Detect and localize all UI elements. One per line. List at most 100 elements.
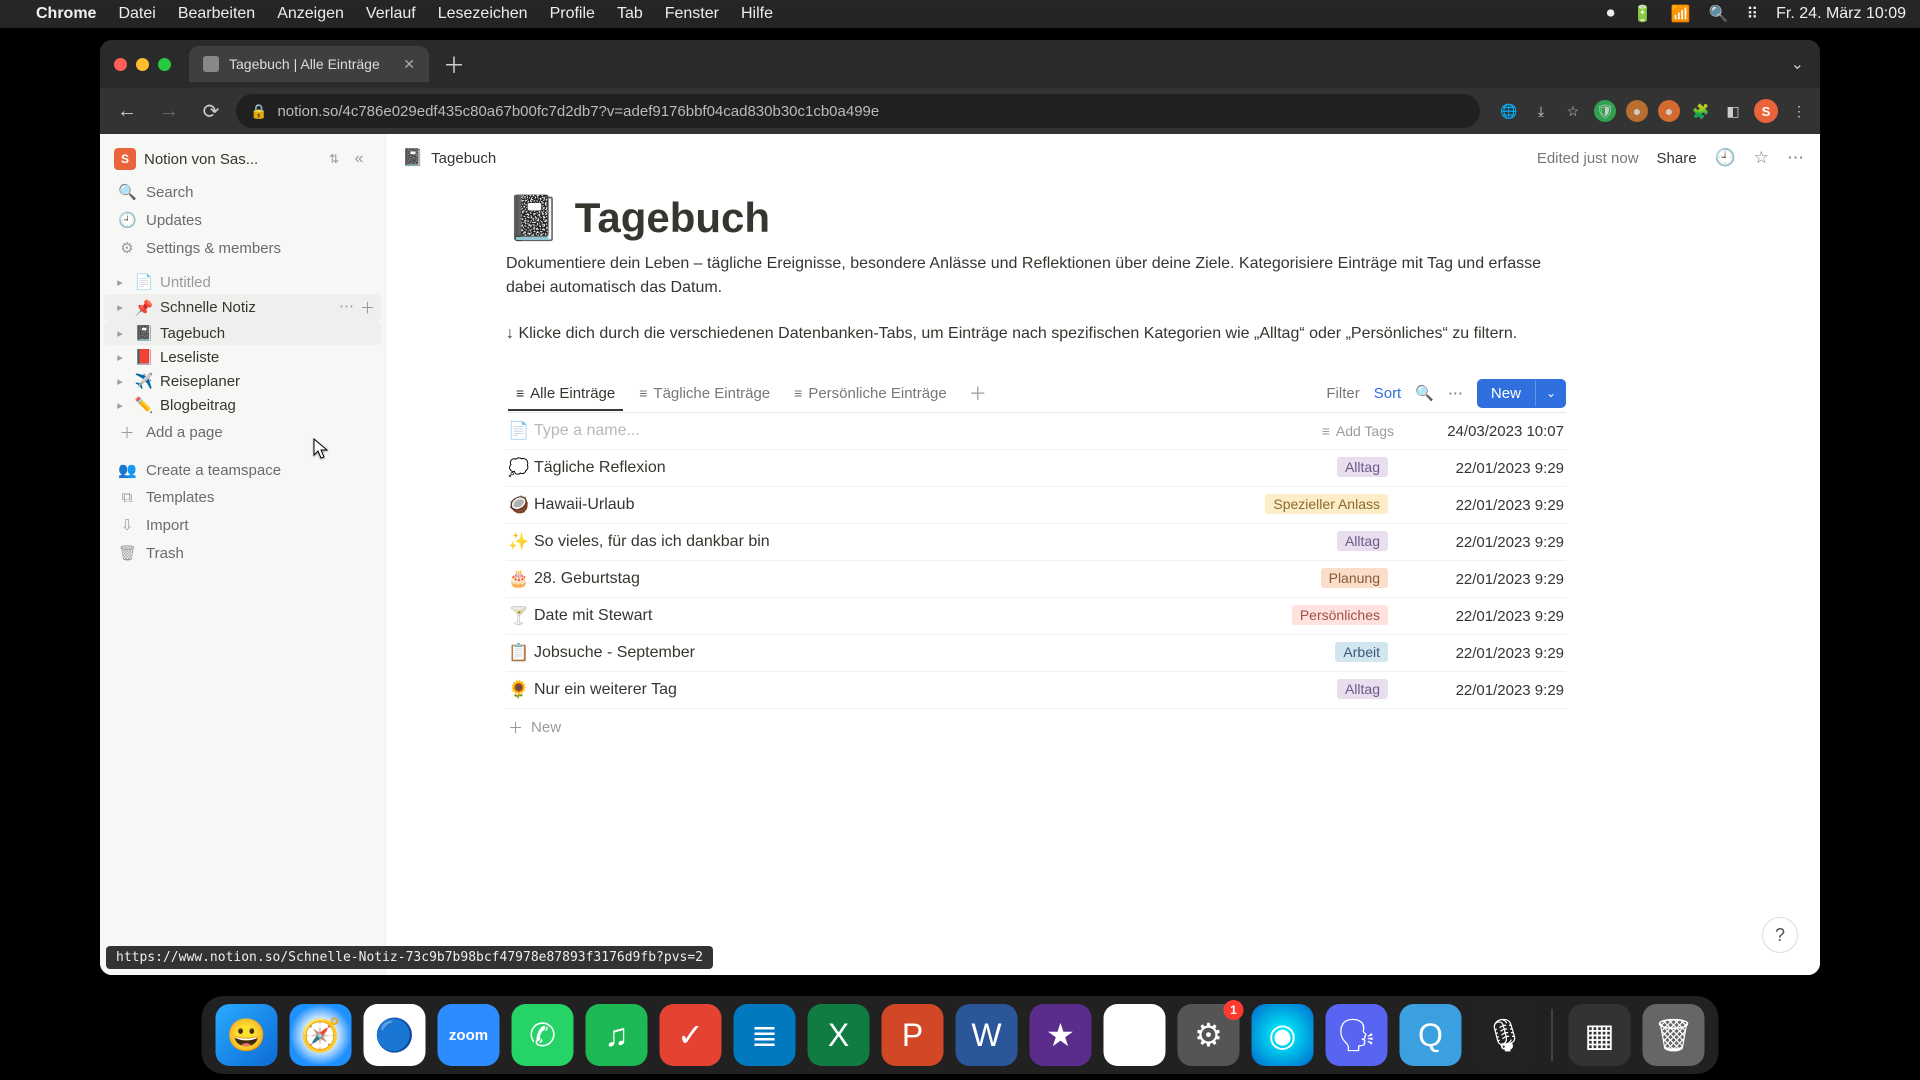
menubar-clock[interactable]: Fr. 24. März 10:09: [1776, 5, 1906, 23]
kebab-menu-icon[interactable]: ⋮: [1788, 100, 1810, 122]
sidebar-settings-members[interactable]: ⚙Settings & members: [104, 234, 381, 262]
sidepanel-icon[interactable]: ◧: [1722, 100, 1744, 122]
menubar-item[interactable]: Lesezeichen: [438, 5, 528, 23]
dock-settings-icon[interactable]: ⚙1: [1178, 1004, 1240, 1066]
record-icon[interactable]: ⏺: [1607, 5, 1615, 23]
add-page-button[interactable]: ＋ Add a page: [104, 417, 381, 448]
reload-button[interactable]: ⟳: [194, 94, 228, 128]
share-button[interactable]: Share: [1657, 150, 1697, 167]
wifi-icon[interactable]: 📶: [1671, 4, 1691, 24]
sort-button[interactable]: Sort: [1374, 385, 1402, 402]
sidebar-page-leseliste[interactable]: ▸ 📕 Leseliste ⋯＋: [104, 345, 381, 369]
extension-icon[interactable]: ●: [1626, 100, 1648, 122]
row-title[interactable]: Nur ein weiterer Tag: [534, 681, 677, 698]
sidebar-page-tagebuch[interactable]: ▸ 📓 Tagebuch ⋯＋: [104, 321, 381, 345]
dock-word-icon[interactable]: W: [956, 1004, 1018, 1066]
page-title[interactable]: Tagebuch: [575, 194, 770, 242]
tag-badge[interactable]: Alltag: [1337, 531, 1388, 551]
sidebar-page-blogbeitrag[interactable]: ▸ ✏️ Blogbeitrag ⋯＋: [104, 393, 381, 417]
chevron-right-icon[interactable]: ▸: [112, 327, 128, 340]
row-title[interactable]: 28. Geburtstag: [534, 570, 640, 587]
menubar-app[interactable]: Chrome: [36, 5, 96, 23]
chevron-right-icon[interactable]: ▸: [112, 276, 128, 289]
address-bar[interactable]: 🔒 notion.so/4c786e029edf435c80a67b00fc7d…: [236, 94, 1480, 128]
tag-badge[interactable]: Alltag: [1337, 679, 1388, 699]
dock-imovie-icon[interactable]: ★: [1030, 1004, 1092, 1066]
menubar-item[interactable]: Datei: [118, 5, 155, 23]
battery-icon[interactable]: 🔋: [1633, 4, 1653, 24]
dock-trello-icon[interactable]: ≣: [734, 1004, 796, 1066]
menubar-item[interactable]: Fenster: [665, 5, 719, 23]
sidebar-search[interactable]: 🔍Search: [104, 178, 381, 206]
search-icon[interactable]: 🔍: [1415, 384, 1434, 402]
fullscreen-window-icon[interactable]: [158, 58, 171, 71]
window-controls[interactable]: [114, 58, 171, 71]
sidebar-page-untitled[interactable]: ▸ 📄 Untitled ⋯＋: [104, 270, 381, 294]
filter-button[interactable]: Filter: [1326, 385, 1359, 402]
dock-spotify-icon[interactable]: ♫: [586, 1004, 648, 1066]
tab-close-icon[interactable]: ✕: [403, 56, 415, 73]
dock-discord-icon[interactable]: 🗣: [1326, 1004, 1388, 1066]
help-button[interactable]: ?: [1762, 917, 1798, 953]
dock-trash-icon[interactable]: 🗑: [1643, 1004, 1705, 1066]
sidebar-trash[interactable]: 🗑Trash: [104, 539, 381, 567]
dock-excel-icon[interactable]: X: [808, 1004, 870, 1066]
menubar-item[interactable]: Anzeigen: [277, 5, 344, 23]
tab-overflow-icon[interactable]: ⌄: [1791, 54, 1804, 74]
extension-icon[interactable]: 🛡: [1594, 100, 1616, 122]
mac-dock[interactable]: 😀🧭🔵zoom✆♫✓≣XPW★▲⚙1◉🗣Q🎙▦🗑: [202, 996, 1719, 1074]
install-app-icon[interactable]: ⤓: [1530, 100, 1552, 122]
workspace-switcher[interactable]: S Notion von Sas... ⇅ «: [104, 140, 381, 178]
chevron-right-icon[interactable]: ▸: [112, 351, 128, 364]
db-row[interactable]: 🍸 Date mit Stewart Persönliches 22/01/20…: [506, 598, 1566, 635]
page-more-icon[interactable]: ⋯: [339, 297, 354, 318]
close-window-icon[interactable]: [114, 58, 127, 71]
row-title[interactable]: Tägliche Reflexion: [534, 459, 666, 476]
extensions-menu-icon[interactable]: 🧩: [1690, 100, 1712, 122]
page-add-icon[interactable]: ＋: [360, 297, 375, 318]
back-button[interactable]: ←: [110, 94, 144, 128]
sidebar-updates[interactable]: 🕘Updates: [104, 206, 381, 234]
dock-siri-icon[interactable]: ◉: [1252, 1004, 1314, 1066]
bookmark-star-icon[interactable]: ☆: [1562, 100, 1584, 122]
new-tab-button[interactable]: ＋: [443, 48, 465, 80]
page-tip[interactable]: ↓ Klicke dich durch die verschiedenen Da…: [506, 322, 1566, 346]
dock-safari-icon[interactable]: 🧭: [290, 1004, 352, 1066]
tag-badge[interactable]: Alltag: [1337, 457, 1388, 477]
row-title[interactable]: Date mit Stewart: [534, 607, 652, 624]
db-row[interactable]: 🎂 28. Geburtstag Planung 22/01/2023 9:29: [506, 561, 1566, 598]
sidebar-create-a-teamspace[interactable]: 👥Create a teamspace: [104, 456, 381, 484]
chevron-right-icon[interactable]: ▸: [112, 399, 128, 412]
collapse-sidebar-icon[interactable]: «: [347, 150, 371, 168]
profile-avatar[interactable]: S: [1754, 99, 1778, 123]
clock-icon[interactable]: 🕘: [1715, 148, 1736, 168]
favorite-star-icon[interactable]: ☆: [1754, 148, 1769, 168]
menubar-item[interactable]: Hilfe: [741, 5, 773, 23]
tag-badge[interactable]: Planung: [1321, 568, 1388, 588]
tag-badge[interactable]: Arbeit: [1335, 642, 1388, 662]
page-emoji-icon[interactable]: 📓: [506, 192, 561, 244]
add-tags-button[interactable]: ≡Add Tags: [1322, 423, 1394, 439]
breadcrumb[interactable]: 📓 Tagebuch: [402, 148, 496, 168]
chevron-right-icon[interactable]: ▸: [112, 301, 128, 314]
dock-zoom-icon[interactable]: zoom: [438, 1004, 500, 1066]
db-tab-persönliche-einträge[interactable]: ≡Persönliche Einträge: [784, 377, 957, 410]
add-view-button[interactable]: ＋: [961, 374, 995, 412]
db-row[interactable]: 📄 Type a name... ≡Add Tags 24/03/2023 10…: [506, 413, 1566, 450]
row-title[interactable]: Jobsuche - September: [534, 644, 695, 661]
forward-button[interactable]: →: [152, 94, 186, 128]
page-description[interactable]: Dokumentiere dein Leben – tägliche Ereig…: [506, 252, 1566, 300]
db-row[interactable]: 💭 Tägliche Reflexion Alltag 22/01/2023 9…: [506, 450, 1566, 487]
control-center-icon[interactable]: ⠿: [1746, 4, 1758, 24]
tag-badge[interactable]: Spezieller Anlass: [1265, 494, 1388, 514]
db-tab-tägliche-einträge[interactable]: ≡Tägliche Einträge: [629, 377, 780, 410]
db-row[interactable]: 📋 Jobsuche - September Arbeit 22/01/2023…: [506, 635, 1566, 672]
add-row-button[interactable]: ＋ New: [506, 709, 1566, 746]
chevron-down-icon[interactable]: ⌄: [1535, 380, 1566, 406]
minimize-window-icon[interactable]: [136, 58, 149, 71]
dock-finder-icon[interactable]: 😀: [216, 1004, 278, 1066]
sidebar-import[interactable]: ⇩Import: [104, 511, 381, 539]
translate-icon[interactable]: 🌐: [1498, 100, 1520, 122]
extension-icon[interactable]: ●: [1658, 100, 1680, 122]
dock-missioncontrol-icon[interactable]: ▦: [1569, 1004, 1631, 1066]
